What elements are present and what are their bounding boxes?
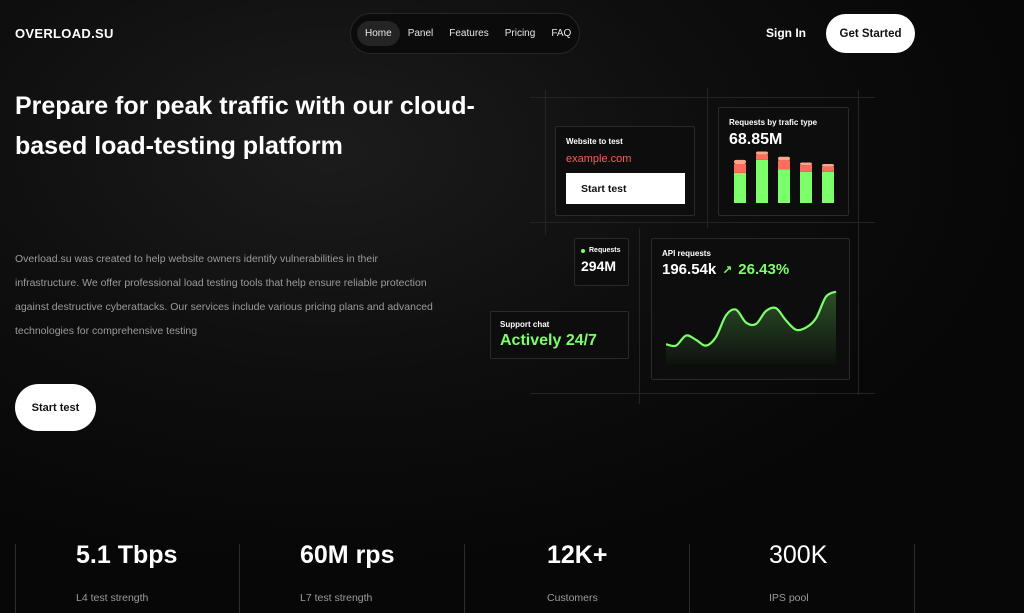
traffic-card: Requests by trafic type 68.85M	[718, 107, 849, 216]
api-card: API requests 196.54k ↗ 26.43%	[651, 238, 850, 380]
bar-segment-green	[800, 171, 812, 203]
grid-line	[545, 90, 546, 235]
bar-segment-green	[822, 171, 834, 203]
grid-line	[530, 393, 875, 394]
bar-segment-red	[734, 164, 746, 173]
bar-segment-salmon	[756, 151, 768, 155]
grid-line	[707, 88, 708, 228]
status-dot-icon	[581, 248, 585, 253]
website-url: example.com	[566, 153, 632, 165]
stat-divider	[239, 544, 240, 613]
traffic-card-label: Requests by trafic type	[729, 118, 818, 127]
grid-line	[530, 97, 875, 98]
bar-segment-salmon	[778, 156, 790, 161]
requests-card: Requests 294M	[574, 238, 629, 286]
stat-divider	[15, 544, 16, 613]
support-value: Actively 24/7	[500, 332, 597, 349]
nav-panel[interactable]: Panel	[400, 21, 442, 46]
bar-segment-red	[800, 165, 812, 172]
hero-title: Prepare for peak traffic with our cloud-…	[15, 92, 475, 160]
website-card-label: Website to test	[566, 137, 623, 146]
logo[interactable]: OVERLOAD.SU	[15, 26, 114, 41]
bar-segment-green	[756, 159, 768, 203]
api-line-chart	[665, 290, 837, 364]
grid-line	[530, 222, 875, 223]
bar-segment-red	[778, 160, 790, 170]
stat-divider	[914, 544, 915, 613]
support-card: Support chat Actively 24/7	[490, 311, 629, 359]
stat-divider	[689, 544, 690, 613]
stat-divider	[464, 544, 465, 613]
nav-faq[interactable]: FAQ	[543, 21, 579, 46]
nav-features[interactable]: Features	[441, 21, 496, 46]
bar-segment-salmon	[800, 162, 812, 166]
sign-in-link[interactable]: Sign In	[766, 26, 806, 40]
bar-segment-salmon	[734, 159, 746, 164]
card-start-test-button[interactable]: Start test	[566, 173, 685, 204]
arrow-up-right-icon: ↗	[722, 262, 733, 277]
requests-label-text: Requests	[589, 247, 621, 254]
stats-bar: 5.1 Tbps L4 test strength 60M rps L7 tes…	[0, 541, 1024, 613]
grid-line	[858, 90, 859, 395]
stat-label-l4: L4 test strength	[76, 592, 149, 604]
get-started-button[interactable]: Get Started	[826, 14, 915, 53]
requests-value: 294M	[581, 258, 617, 274]
nav-home[interactable]: Home	[357, 21, 400, 46]
traffic-bar-chart	[734, 151, 834, 203]
support-card-label: Support chat	[500, 320, 550, 329]
bar-segment-red	[822, 166, 834, 172]
grid-line	[639, 228, 640, 404]
traffic-value: 68.85M	[729, 131, 783, 148]
stat-value-ips: 300K	[769, 541, 828, 569]
main-nav: Home Panel Features Pricing FAQ	[350, 13, 580, 54]
stat-label-ips: IPS pool	[769, 592, 809, 604]
hero-start-test-button[interactable]: Start test	[15, 384, 96, 431]
requests-card-label: Requests	[581, 247, 622, 254]
website-card: Website to test example.com Start test	[555, 126, 695, 216]
bar-segment-salmon	[822, 164, 834, 167]
bar-segment-green	[734, 172, 746, 203]
stat-label-l7: L7 test strength	[300, 592, 373, 604]
stat-value-l4: 5.1 Tbps	[76, 541, 178, 569]
hero-description: Overload.su was created to help website …	[15, 253, 433, 337]
api-card-label: API requests	[662, 249, 711, 258]
stat-label-customers: Customers	[547, 592, 598, 604]
nav-pricing[interactable]: Pricing	[497, 21, 544, 46]
line-area-fill	[666, 291, 836, 364]
bar-segment-green	[778, 169, 790, 203]
api-change: 26.43%	[738, 261, 790, 278]
stat-value-customers: 12K+	[547, 541, 608, 569]
api-value: 196.54k	[662, 261, 717, 278]
stat-value-l7: 60M rps	[300, 541, 395, 569]
bar-segment-red	[756, 154, 768, 160]
